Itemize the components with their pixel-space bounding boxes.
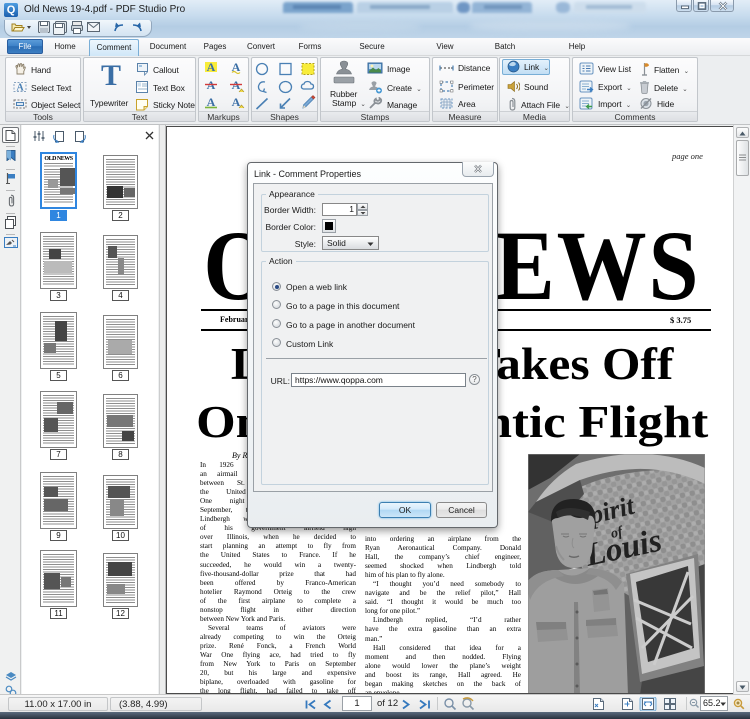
svg-text:A: A xyxy=(16,83,24,94)
svg-text:A: A xyxy=(232,95,241,109)
svg-text:A: A xyxy=(207,60,216,74)
